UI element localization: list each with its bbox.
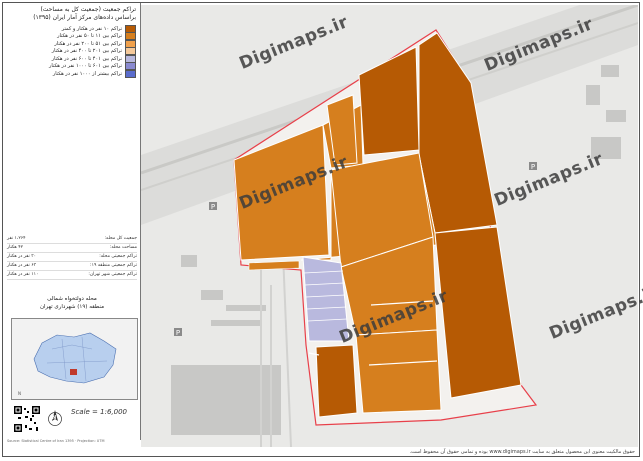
scale-text: Scale = 1:6,000	[71, 408, 127, 416]
qr-code	[13, 405, 41, 433]
stats-value: ۱۱۰ نفر در هکتار	[7, 272, 39, 277]
copyright-footer: حقوق مالکیت معنوی این محصول متعلق به سای…	[409, 449, 635, 455]
north-arrow-icon: N	[47, 407, 63, 431]
legend-panel: تراکم جمعیت (جمعیت کل به مساحت) براساس د…	[3, 3, 141, 443]
parcel-center-south	[355, 329, 442, 414]
district-name: منطقه (۱۹) شهرداری تهران	[39, 304, 105, 310]
legend: تراکم ۱۰ نفر در هکتار و کمتر تراکم بین ۱۱…	[3, 24, 140, 78]
north-label: N	[52, 415, 57, 421]
legend-item: تراکم بین ۲۰۱ تا ۴۰۰ نفر در هکتار	[3, 47, 140, 56]
stats-label: تراکم جمعیتی شهر تهران:	[88, 272, 137, 277]
locator-inset-map: N	[11, 318, 138, 400]
legend-item: تراکم بین ۵۱ تا ۲۰۰ نفر در هکتار	[3, 39, 140, 48]
stats-label: مساحت محله:	[109, 245, 137, 250]
legend-item: تراکم ۱۰ نفر در هکتار و کمتر	[3, 24, 140, 33]
legend-item: تراکم بین ۴۰۱ تا ۶۰۰ نفر در هکتار	[3, 54, 140, 63]
stats-label: تراکم جمعیتی منطقه ۱۹:	[90, 263, 137, 268]
stats-label: تراکم جمعیتی محله:	[99, 254, 137, 259]
legend-item: تراکم بیشتر از ۱۰۰۰ نفر در هکتار	[3, 69, 140, 78]
map-area[interactable]: P P P Digimaps.ir Digimaps.ir Digimaps.i…	[140, 0, 643, 448]
area-title: محله دولتخواه شمالی منطقه (۱۹) شهرداری ت…	[7, 295, 137, 311]
stats-row: تراکم جمعیتی شهر تهران: ۱۱۰ نفر در هکتار	[7, 271, 137, 280]
stats-row: مساحت محله: ۴۲ هکتار	[7, 244, 137, 253]
legend-label: تراکم بین ۲۰۱ تا ۴۰۰ نفر در هکتار	[51, 48, 122, 55]
legend-label: تراکم بین ۵۱ تا ۲۰۰ نفر در هکتار	[54, 40, 122, 47]
stats-table: جمعیت کل محله: ۱،۲۶۴ نفر مساحت محله: ۴۲ هکت…	[7, 235, 137, 280]
legend-label: تراکم بین ۴۰۱ تا ۶۰۰ نفر در هکتار	[51, 55, 122, 62]
panel-footer: Source: Statistical Centre of Iran 1395 …	[7, 439, 105, 443]
legend-label: تراکم ۱۰ نفر در هکتار و کمتر	[61, 25, 122, 32]
locator-highlight	[70, 369, 77, 375]
parking-marker: P	[531, 163, 535, 171]
svg-text:N: N	[18, 391, 21, 396]
stats-row: جمعیت کل محله: ۱،۲۶۴ نفر	[7, 235, 137, 244]
parking-marker: P	[211, 203, 215, 211]
legend-item: تراکم بین ۶۰۱ تا ۱۰۰۰ نفر در هکتار	[3, 62, 140, 71]
parking-marker: P	[176, 329, 180, 337]
legend-item: تراکم بین ۱۱ تا ۵۰ نفر در هکتار	[3, 32, 140, 41]
legend-label: تراکم بیشتر از ۱۰۰۰ نفر در هکتار	[52, 70, 122, 77]
stats-label: جمعیت کل محله:	[104, 236, 137, 241]
stats-row: تراکم جمعیتی منطقه ۱۹: ۶۳ نفر در هکتار	[7, 262, 137, 271]
legend-label: تراکم بین ۶۰۱ تا ۱۰۰۰ نفر در هکتار	[49, 63, 122, 70]
parcel-southwest-dark	[315, 344, 358, 418]
stats-value: ۳۰ نفر در هکتار	[7, 254, 37, 259]
stats-value: ۱،۲۶۴ نفر	[7, 236, 26, 241]
legend-swatch	[125, 69, 136, 78]
stats-value: ۴۲ هکتار	[7, 245, 24, 250]
map-canvas: P P P	[140, 0, 639, 448]
neighborhood-name: محله دولتخواه شمالی	[47, 296, 97, 302]
legend-label: تراکم بین ۱۱ تا ۵۰ نفر در هکتار	[57, 33, 122, 40]
stats-value: ۶۳ نفر در هکتار	[7, 263, 37, 268]
map-subtitle: براساس داده‌های مرکز آمار ایران (۱۳۹۵)	[33, 14, 136, 21]
map-title: تراکم جمعیت (جمعیت کل به مساحت)	[40, 6, 136, 13]
stats-row: تراکم جمعیتی محله: ۳۰ نفر در هکتار	[7, 253, 137, 262]
